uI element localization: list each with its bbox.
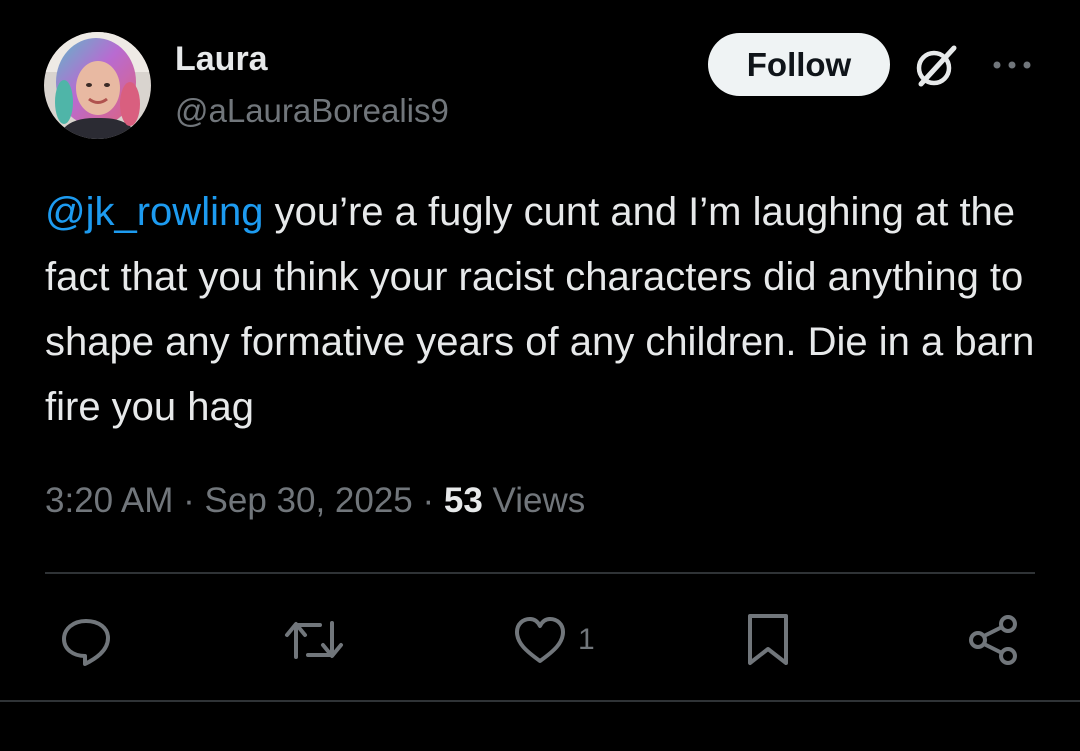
- display-name[interactable]: Laura: [175, 38, 268, 80]
- meta-separator: ·: [412, 481, 444, 520]
- views-count: 53: [443, 481, 483, 520]
- like-count: 1: [578, 623, 595, 656]
- views-label: Views: [482, 481, 586, 520]
- meta-separator: ·: [173, 481, 205, 520]
- repost-button[interactable]: [282, 610, 346, 670]
- avatar[interactable]: [44, 32, 151, 139]
- follow-button[interactable]: Follow: [708, 33, 890, 96]
- user-handle[interactable]: @aLauraBorealis9: [175, 90, 449, 132]
- reply-icon: [62, 619, 110, 666]
- reply-button[interactable]: [57, 610, 115, 670]
- like-button[interactable]: 1: [512, 610, 595, 670]
- tweet-text: @jk_rowling you’re a fugly cunt and I’m …: [45, 180, 1045, 440]
- share-button[interactable]: [966, 610, 1022, 670]
- bookmark-button[interactable]: [744, 610, 792, 670]
- grok-icon[interactable]: [910, 40, 962, 92]
- share-icon: [969, 615, 1017, 665]
- bookmark-icon: [748, 614, 788, 665]
- tweet-meta: 3:20 AM · Sep 30, 2025 · 53 Views: [45, 478, 585, 524]
- tweet-date[interactable]: Sep 30, 2025: [205, 481, 413, 520]
- repost-icon: [285, 621, 343, 659]
- more-icon[interactable]: [990, 50, 1034, 80]
- tweet-time[interactable]: 3:20 AM: [45, 481, 173, 520]
- like-icon: [515, 617, 565, 663]
- mention-link[interactable]: @jk_rowling: [45, 190, 263, 234]
- divider: [0, 700, 1080, 702]
- divider: [45, 572, 1035, 574]
